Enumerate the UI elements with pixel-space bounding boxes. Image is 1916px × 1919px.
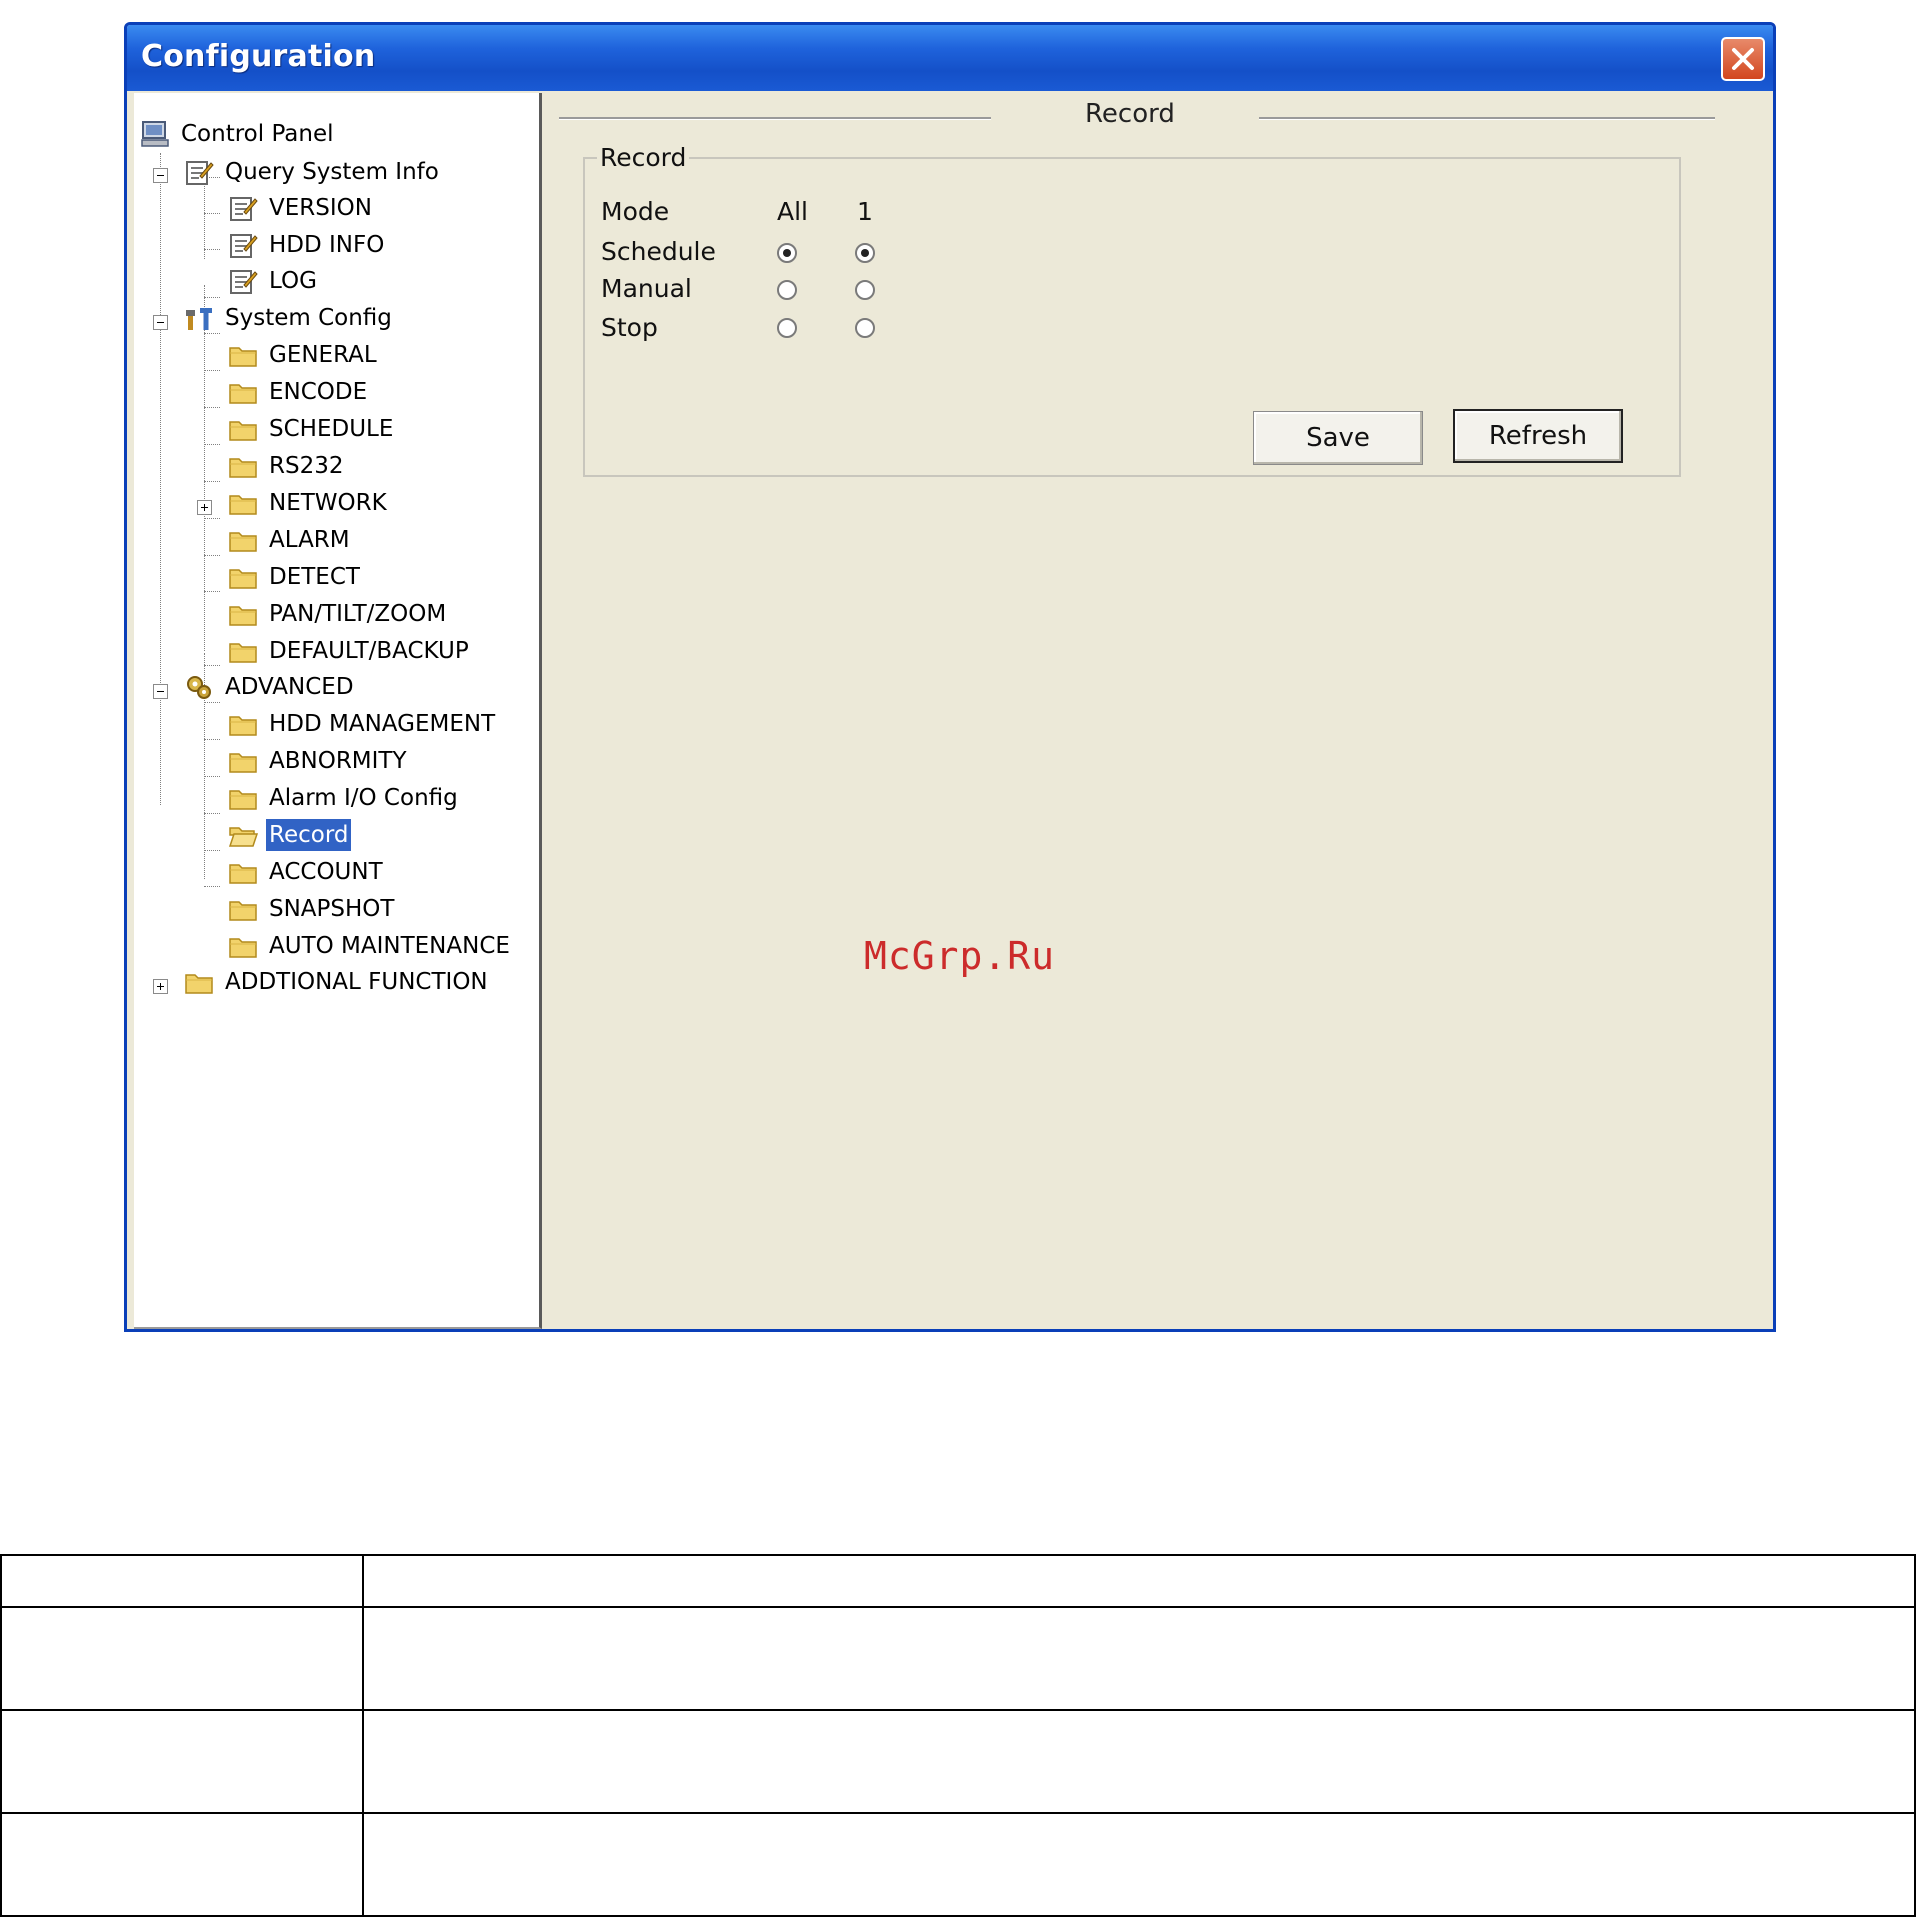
manual-ch1-radio[interactable] <box>855 280 875 300</box>
window-title: Configuration <box>141 39 376 74</box>
open-folder-icon <box>228 821 259 849</box>
tree-item-alarm-io-config[interactable]: Alarm I/O Config <box>228 781 461 815</box>
description-table <box>0 1554 1916 1917</box>
table-row <box>0 1812 1916 1917</box>
tree-item-control-panel[interactable]: Control Panel <box>140 117 337 151</box>
edit-document-icon <box>228 231 258 259</box>
folder-icon <box>228 895 258 923</box>
tree-item-account[interactable]: ACCOUNT <box>228 855 386 889</box>
computer-icon <box>140 120 170 148</box>
folder-icon <box>228 858 258 886</box>
expander-additional-function[interactable] <box>153 979 168 994</box>
tree-item-system-config[interactable]: System Config <box>184 301 395 335</box>
refresh-button[interactable]: Refresh <box>1453 409 1623 463</box>
schedule-all-radio[interactable] <box>777 243 797 263</box>
close-icon <box>1732 48 1754 70</box>
column-channel-1: 1 <box>857 197 873 226</box>
table-row <box>0 1554 1916 1608</box>
expander-system-config[interactable] <box>153 315 168 330</box>
gears-icon <box>184 673 214 701</box>
folder-icon <box>228 452 258 480</box>
header-divider-right <box>1259 117 1715 120</box>
tree-item-version[interactable]: VERSION <box>228 191 375 225</box>
tree-item-encode[interactable]: ENCODE <box>228 375 370 409</box>
folder-icon <box>228 415 258 443</box>
edit-document-icon <box>228 194 258 222</box>
folder-icon <box>228 526 258 554</box>
title-bar[interactable]: Configuration <box>127 25 1773 91</box>
folder-icon <box>228 932 258 960</box>
tree-item-abnormity[interactable]: ABNORMITY <box>228 744 410 778</box>
schedule-ch1-radio[interactable] <box>855 243 875 263</box>
tree-item-rs232[interactable]: RS232 <box>228 449 346 483</box>
expander-advanced[interactable] <box>153 684 168 699</box>
configuration-window: Configuration Control Panel Query System… <box>124 22 1776 1332</box>
edit-document-icon <box>184 158 214 186</box>
expander-query-system-info[interactable] <box>153 168 168 183</box>
record-config-panel: Record Record Mode All 1 Schedule Manual… <box>545 93 1769 1325</box>
column-all: All <box>777 197 808 226</box>
tree-item-additional-function[interactable]: ADDTIONAL FUNCTION <box>184 965 491 999</box>
group-title: Record <box>597 143 690 172</box>
folder-icon <box>228 784 258 812</box>
tree-item-detect[interactable]: DETECT <box>228 560 363 594</box>
folder-icon <box>228 341 258 369</box>
folder-icon <box>228 378 258 406</box>
tools-icon <box>184 304 214 332</box>
manual-all-radio[interactable] <box>777 280 797 300</box>
folder-icon <box>228 637 258 665</box>
stop-ch1-radio[interactable] <box>855 318 875 338</box>
expander-network[interactable] <box>197 500 212 515</box>
tree-item-query-system-info[interactable]: Query System Info <box>184 155 442 189</box>
panel-title: Record <box>1085 99 1175 129</box>
mode-label: Mode <box>601 197 670 226</box>
tree-item-hdd-info[interactable]: HDD INFO <box>228 228 387 262</box>
tree-item-schedule[interactable]: SCHEDULE <box>228 412 396 446</box>
header-divider-left <box>559 117 991 120</box>
folder-icon <box>228 600 258 628</box>
folder-icon <box>184 968 214 996</box>
tree-item-record[interactable]: Record <box>228 818 352 852</box>
manual-label: Manual <box>601 274 692 303</box>
tree-item-default-backup[interactable]: DEFAULT/BACKUP <box>228 634 472 668</box>
stop-label: Stop <box>601 313 658 342</box>
folder-icon <box>228 710 258 738</box>
folder-icon <box>228 489 258 517</box>
folder-icon <box>228 747 258 775</box>
table-row <box>0 1606 1916 1711</box>
close-button[interactable] <box>1721 37 1765 81</box>
tree-item-pan-tilt-zoom[interactable]: PAN/TILT/ZOOM <box>228 597 449 631</box>
tree-item-snapshot[interactable]: SNAPSHOT <box>228 892 397 926</box>
schedule-label: Schedule <box>601 237 716 266</box>
table-row <box>0 1709 1916 1814</box>
tree-item-log[interactable]: LOG <box>228 264 320 298</box>
edit-document-icon <box>228 267 258 295</box>
stop-all-radio[interactable] <box>777 318 797 338</box>
navigation-tree: Control Panel Query System Info VERSION … <box>134 93 542 1329</box>
tree-item-hdd-management[interactable]: HDD MANAGEMENT <box>228 707 498 741</box>
tree-item-advanced[interactable]: ADVANCED <box>184 670 357 704</box>
tree-item-general[interactable]: GENERAL <box>228 338 380 372</box>
watermark-text: McGrp.Ru <box>864 934 1056 978</box>
tree-item-network[interactable]: NETWORK <box>228 486 390 520</box>
save-button[interactable]: Save <box>1253 411 1423 465</box>
tree-item-alarm[interactable]: ALARM <box>228 523 353 557</box>
tree-item-auto-maintenance[interactable]: AUTO MAINTENANCE <box>228 929 513 963</box>
folder-icon <box>228 563 258 591</box>
